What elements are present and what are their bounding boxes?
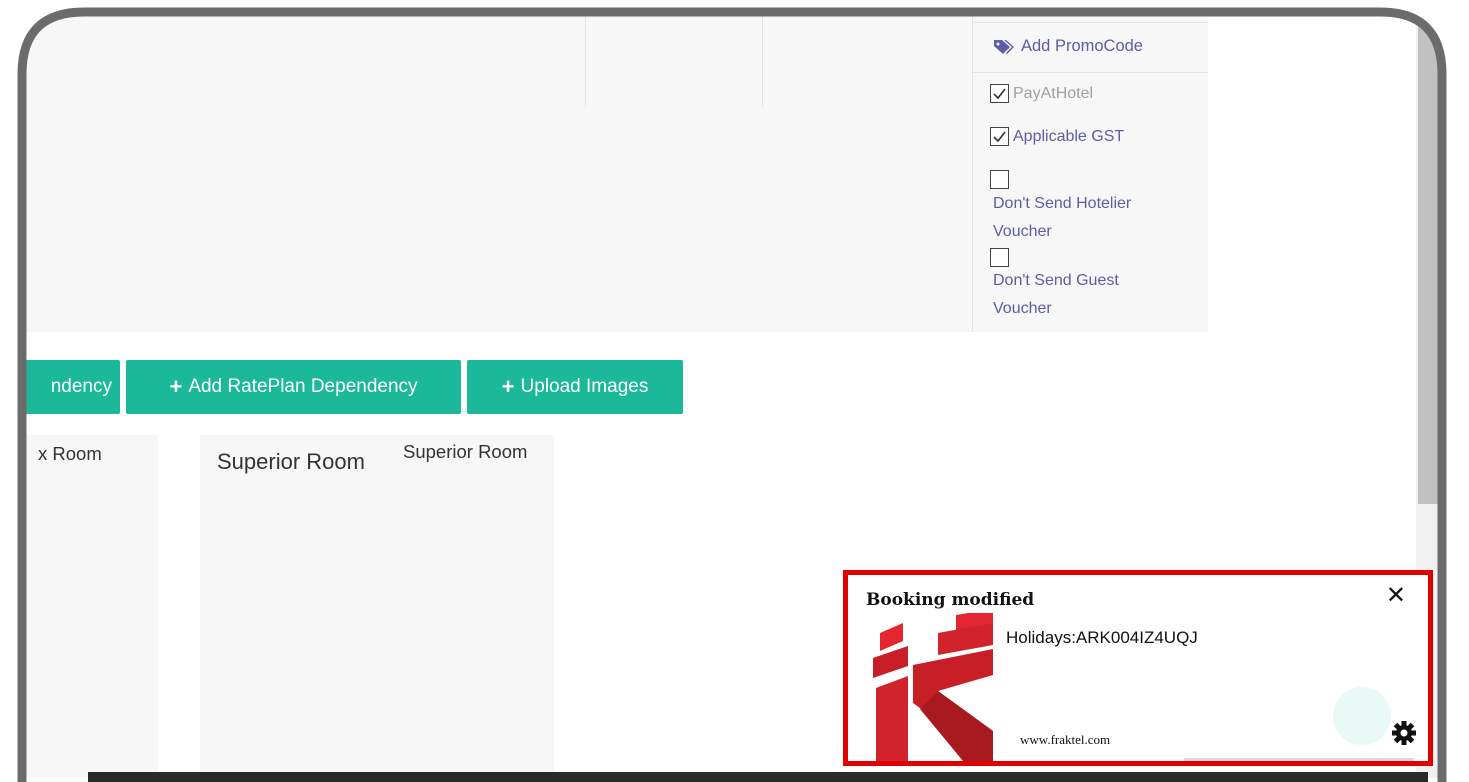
dont-send-hotelier-voucher-checkbox[interactable]: [990, 170, 1009, 189]
notification-message: Holidays:ARK004IZ4UQJ: [1006, 628, 1198, 647]
check-icon: [993, 88, 1006, 100]
close-icon[interactable]: ✕: [1386, 581, 1406, 610]
label-line: Voucher: [993, 300, 1052, 317]
fraktel-logo: [873, 613, 993, 761]
pay-at-hotel-label: PayAtHotel: [1013, 84, 1094, 102]
notification-title: Booking modified: [866, 590, 1035, 610]
add-dependency-button[interactable]: ndency: [22, 360, 120, 414]
room-title: x Room: [38, 443, 102, 464]
label-line: Don't Send Guest: [993, 272, 1119, 289]
scrollbar-thumb[interactable]: [1418, 12, 1438, 504]
applicable-gst-label: Applicable GST: [1013, 127, 1125, 145]
column-divider: [585, 12, 586, 107]
upload-images-label: Upload Images: [520, 376, 649, 397]
dont-send-hotelier-voucher-label: Don't Send Hotelier Voucher: [993, 190, 1193, 246]
dont-send-guest-voucher-checkbox[interactable]: [990, 248, 1009, 267]
gear-icon[interactable]: [1391, 720, 1417, 746]
taskbar-edge: [88, 772, 1428, 782]
plus-icon: +: [501, 374, 515, 399]
add-promocode-link[interactable]: Add PromoCode: [993, 37, 1143, 56]
notification-progress: [1184, 758, 1414, 761]
notification-bell-icon[interactable]: [1333, 687, 1391, 745]
room-card-superior[interactable]: Superior Room Superior Room: [200, 435, 554, 778]
room-title: Superior Room: [217, 449, 365, 474]
applicable-gst-option[interactable]: Applicable GST: [990, 127, 1124, 146]
add-promocode-label: Add PromoCode: [1021, 37, 1143, 55]
pay-at-hotel-option[interactable]: PayAtHotel: [990, 84, 1093, 103]
notification-site: www.fraktel.com: [1020, 732, 1111, 747]
add-rateplan-dependency-label: Add RatePlan Dependency: [188, 376, 418, 397]
plus-icon: +: [169, 374, 183, 399]
room-subtitle: Superior Room: [403, 441, 528, 462]
booking-options-panel: Add PromoCode PayAtHotel Applicable GST …: [972, 12, 1208, 332]
tags-icon: [994, 39, 1014, 54]
add-dependency-label: ndency: [50, 376, 112, 397]
divider: [973, 22, 1208, 23]
column-divider: [762, 12, 763, 107]
label-line: Don't Send Hotelier: [993, 195, 1132, 212]
booking-summary-panel: [22, 12, 972, 332]
booking-notification-toast[interactable]: Booking modified ✕ Holidays:ARK004IZ4UQJ…: [843, 570, 1433, 766]
divider: [973, 72, 1208, 73]
dont-send-guest-voucher-label: Don't Send Guest Voucher: [993, 267, 1193, 323]
label-line: Voucher: [993, 223, 1052, 240]
upload-images-button[interactable]: + Upload Images: [467, 360, 683, 414]
check-icon: [993, 131, 1006, 143]
pay-at-hotel-checkbox[interactable]: [990, 84, 1009, 103]
add-rateplan-dependency-button[interactable]: + Add RatePlan Dependency: [126, 360, 461, 414]
room-card[interactable]: x Room: [22, 435, 158, 778]
applicable-gst-checkbox[interactable]: [990, 127, 1009, 146]
